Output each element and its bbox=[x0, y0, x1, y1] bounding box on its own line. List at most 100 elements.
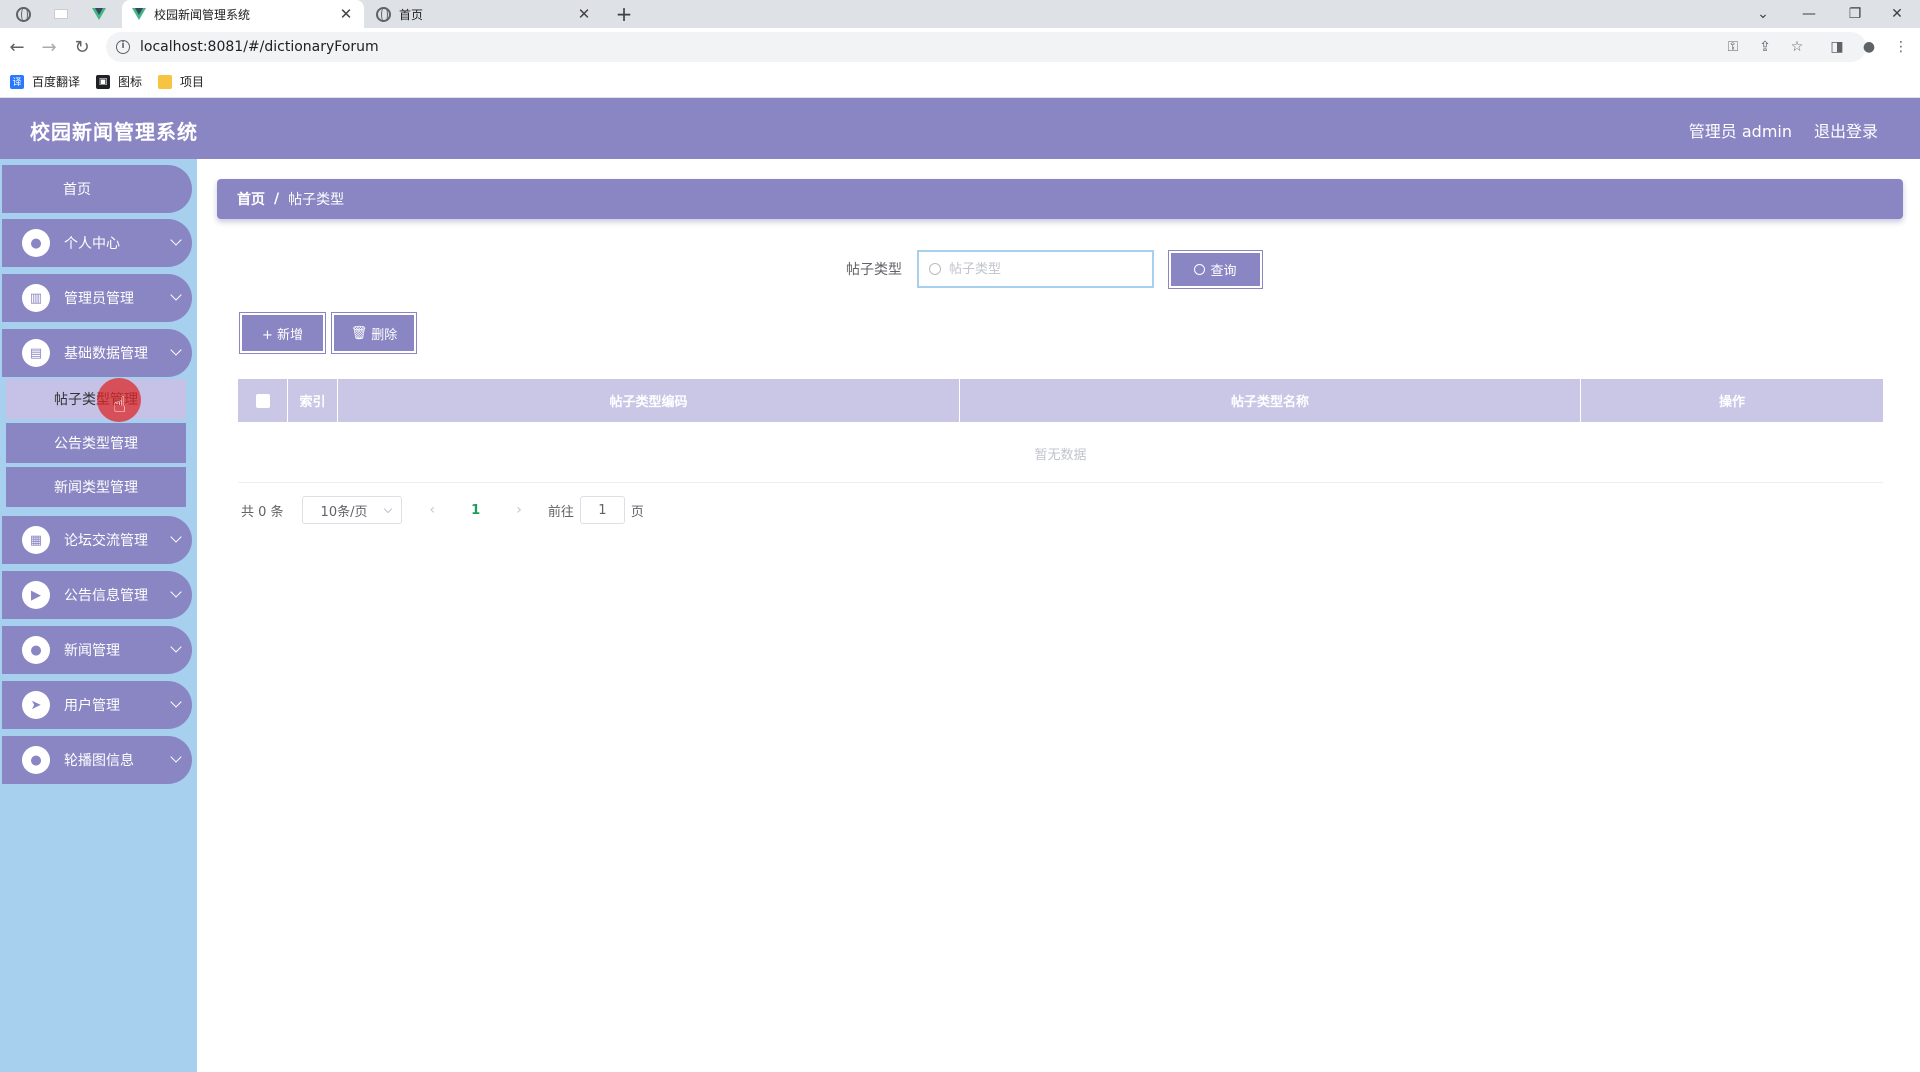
submenu-label: 新闻类型管理 bbox=[54, 480, 138, 496]
menu-dots-icon[interactable]: ⋮ bbox=[1890, 36, 1912, 58]
page-number[interactable]: 1 bbox=[471, 503, 480, 518]
pinned-tab-globe[interactable] bbox=[8, 3, 38, 25]
image-icon: ▣ bbox=[96, 74, 111, 89]
column-type-name: 帖子类型名称 bbox=[960, 379, 1581, 422]
grid-icon: ▦ bbox=[22, 526, 50, 554]
trash-icon: 🗑 bbox=[350, 325, 368, 341]
search-icon bbox=[1194, 264, 1206, 275]
chevron-down-icon bbox=[170, 751, 182, 763]
prev-page-icon[interactable]: ‹ bbox=[430, 502, 436, 518]
sidebar-item-label: 论坛交流管理 bbox=[64, 533, 148, 549]
chevron-down-icon bbox=[170, 641, 182, 653]
sidebar-item-label: 用户管理 bbox=[64, 698, 120, 714]
tab-search-icon[interactable]: ⌄ bbox=[1740, 0, 1786, 28]
add-button-label: + 新增 bbox=[261, 327, 304, 343]
back-icon[interactable]: ← bbox=[2, 32, 32, 62]
page-size-value: 10条/页 bbox=[320, 504, 368, 520]
select-all-checkbox[interactable] bbox=[255, 393, 270, 408]
sidebar-item-notice[interactable]: ▶ 公告信息管理 bbox=[2, 571, 192, 619]
chevron-down-icon bbox=[170, 289, 182, 301]
sidebar-item-admin[interactable]: ▥ 管理员管理 bbox=[2, 274, 192, 322]
send-icon: ➤ bbox=[22, 691, 50, 719]
query-button[interactable]: 查询 bbox=[1168, 250, 1263, 289]
search-input[interactable] bbox=[949, 261, 1129, 277]
star-icon[interactable]: ☆ bbox=[1786, 36, 1808, 58]
globe-icon bbox=[376, 6, 391, 22]
breadcrumb-home[interactable]: 首页 bbox=[237, 189, 265, 209]
clipboard-icon: ▤ bbox=[22, 339, 50, 367]
bookmark-label: 图标 bbox=[118, 75, 143, 89]
goto-page-input[interactable] bbox=[579, 496, 625, 524]
sidebar-item-label: 个人中心 bbox=[64, 236, 120, 252]
reload-icon[interactable]: ↻ bbox=[67, 32, 97, 62]
app-header: 校园新闻管理系统 管理员 admin 退出登录 bbox=[0, 98, 1920, 159]
add-button[interactable]: + 新增 bbox=[239, 312, 326, 354]
location-icon: ● bbox=[22, 636, 50, 664]
empty-text: 暂无数据 bbox=[1034, 448, 1087, 463]
bookmark-translate[interactable]: 译 百度翻译 bbox=[10, 73, 80, 90]
search-icon bbox=[929, 263, 941, 275]
sidebar-item-basic-data[interactable]: ▤ 基础数据管理 bbox=[2, 329, 192, 377]
breadcrumb-separator: / bbox=[274, 191, 280, 207]
user-icon: ● bbox=[22, 229, 50, 257]
sidebar-item-personal-center[interactable]: ● 个人中心 bbox=[2, 219, 192, 267]
sidebar-item-users[interactable]: ➤ 用户管理 bbox=[2, 681, 192, 729]
vue-logo-icon bbox=[132, 8, 146, 20]
window-close-icon[interactable]: ✕ bbox=[1874, 0, 1920, 28]
column-index: 索引 bbox=[288, 379, 338, 422]
close-tab-icon[interactable]: ✕ bbox=[338, 5, 354, 23]
bookmark-icons[interactable]: ▣ 图标 bbox=[96, 73, 142, 90]
total-count: 共 0 条 bbox=[241, 504, 284, 520]
side-panel-icon[interactable]: ◨ bbox=[1826, 36, 1848, 58]
pinned-tab-vue[interactable] bbox=[84, 3, 114, 25]
sidebar-item-home[interactable]: 首页 bbox=[2, 165, 192, 213]
sidebar-item-news[interactable]: ● 新闻管理 bbox=[2, 626, 192, 674]
pinned-tab-blank[interactable] bbox=[46, 3, 76, 25]
bookmarks-bar: 译 百度翻译 ▣ 图标 项目 bbox=[0, 66, 1920, 98]
submenu-post-type[interactable]: 帖子类型管理 bbox=[6, 379, 186, 421]
delete-button[interactable]: 🗑 删除 bbox=[331, 312, 417, 354]
sidebar-item-carousel[interactable]: ● 轮播图信息 bbox=[2, 736, 192, 784]
browser-tab-strip: 校园新闻管理系统 ✕ 首页 ✕ + ⌄ — ❐ ✕ bbox=[0, 0, 1920, 28]
tab-title: 首页 bbox=[399, 7, 424, 22]
sidebar-item-label: 新闻管理 bbox=[64, 643, 120, 659]
blank-page-icon bbox=[54, 9, 68, 19]
page-size-select[interactable]: 10条/页 bbox=[301, 496, 402, 524]
table-body: 暂无数据 bbox=[238, 422, 1883, 483]
bookmark-project[interactable]: 项目 bbox=[158, 73, 204, 90]
new-tab-button[interactable]: + bbox=[606, 1, 642, 27]
chevron-down-icon bbox=[170, 344, 182, 356]
key-icon[interactable]: ⚿ bbox=[1722, 36, 1744, 58]
column-type-code: 帖子类型编码 bbox=[338, 379, 960, 422]
submenu-label: 公告类型管理 bbox=[54, 436, 138, 452]
bookmark-label: 项目 bbox=[180, 75, 205, 89]
submenu-notice-type[interactable]: 公告类型管理 bbox=[6, 423, 186, 465]
sidebar-item-forum[interactable]: ▦ 论坛交流管理 bbox=[2, 516, 192, 564]
pagination: 共 0 条 10条/页 ‹ 1 › 前往 页 bbox=[241, 496, 644, 524]
hand-cursor-icon: ☝ bbox=[113, 393, 127, 418]
sidebar-item-label: 基础数据管理 bbox=[64, 346, 148, 362]
share-icon[interactable]: ⇪ bbox=[1754, 36, 1776, 58]
minimize-icon[interactable]: — bbox=[1786, 0, 1832, 28]
search-field[interactable] bbox=[917, 250, 1154, 288]
restore-icon[interactable]: ❐ bbox=[1832, 0, 1878, 28]
delete-button-label: 删除 bbox=[371, 327, 398, 343]
sidebar-item-label: 轮播图信息 bbox=[64, 753, 134, 769]
address-bar[interactable]: i localhost:8081/#/dictionaryForum bbox=[106, 32, 1866, 62]
sidebar-item-label: 首页 bbox=[63, 182, 91, 198]
profile-icon[interactable]: ● bbox=[1858, 36, 1880, 58]
tab-home[interactable]: 首页 ✕ bbox=[366, 0, 602, 28]
chevron-down-icon bbox=[170, 531, 182, 543]
info-icon[interactable]: i bbox=[116, 40, 130, 54]
tab-active[interactable]: 校园新闻管理系统 ✕ bbox=[122, 0, 364, 28]
chevron-down-icon bbox=[170, 234, 182, 246]
logout-link[interactable]: 退出登录 bbox=[1814, 118, 1878, 142]
close-tab-icon[interactable]: ✕ bbox=[576, 5, 592, 23]
chevron-down-icon bbox=[383, 504, 392, 514]
book-icon: ▥ bbox=[22, 284, 50, 312]
table-header: 索引 帖子类型编码 帖子类型名称 操作 bbox=[238, 379, 1883, 422]
column-actions: 操作 bbox=[1718, 395, 1745, 410]
next-page-icon[interactable]: › bbox=[516, 502, 522, 518]
forward-icon[interactable]: → bbox=[34, 32, 64, 62]
submenu-news-type[interactable]: 新闻类型管理 bbox=[6, 467, 186, 509]
